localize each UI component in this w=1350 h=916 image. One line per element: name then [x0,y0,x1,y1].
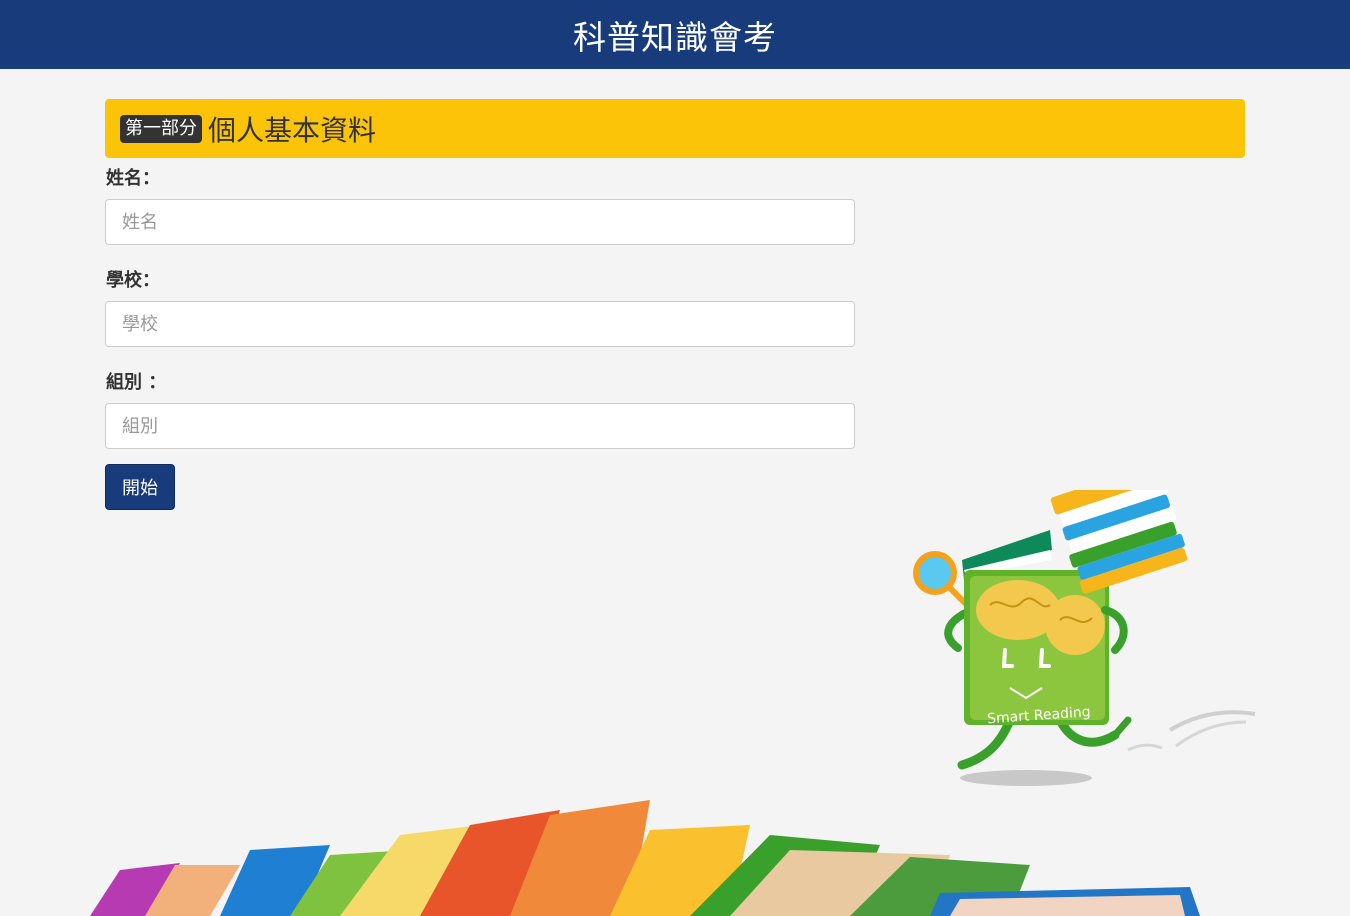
start-button[interactable]: 開始 [105,464,175,510]
smart-reading-mascot-image: Smart Reading [913,490,1256,786]
group-label: 組別 ： [106,372,167,393]
group-input[interactable] [105,403,855,449]
name-label: 姓名： [106,168,160,189]
name-input[interactable] [105,199,855,245]
section-title: 個人基本資料 [208,113,377,147]
section-banner: 第一部分 個人基本資料 [105,99,1245,158]
part-badge: 第一部分 [120,114,202,143]
page-title: 科普知識會考 [573,17,777,57]
school-label: 學校： [106,270,160,291]
books-illustration-image [90,800,1200,916]
school-input[interactable] [105,301,855,347]
top-header-bar: 科普知識會考 [0,0,1350,69]
